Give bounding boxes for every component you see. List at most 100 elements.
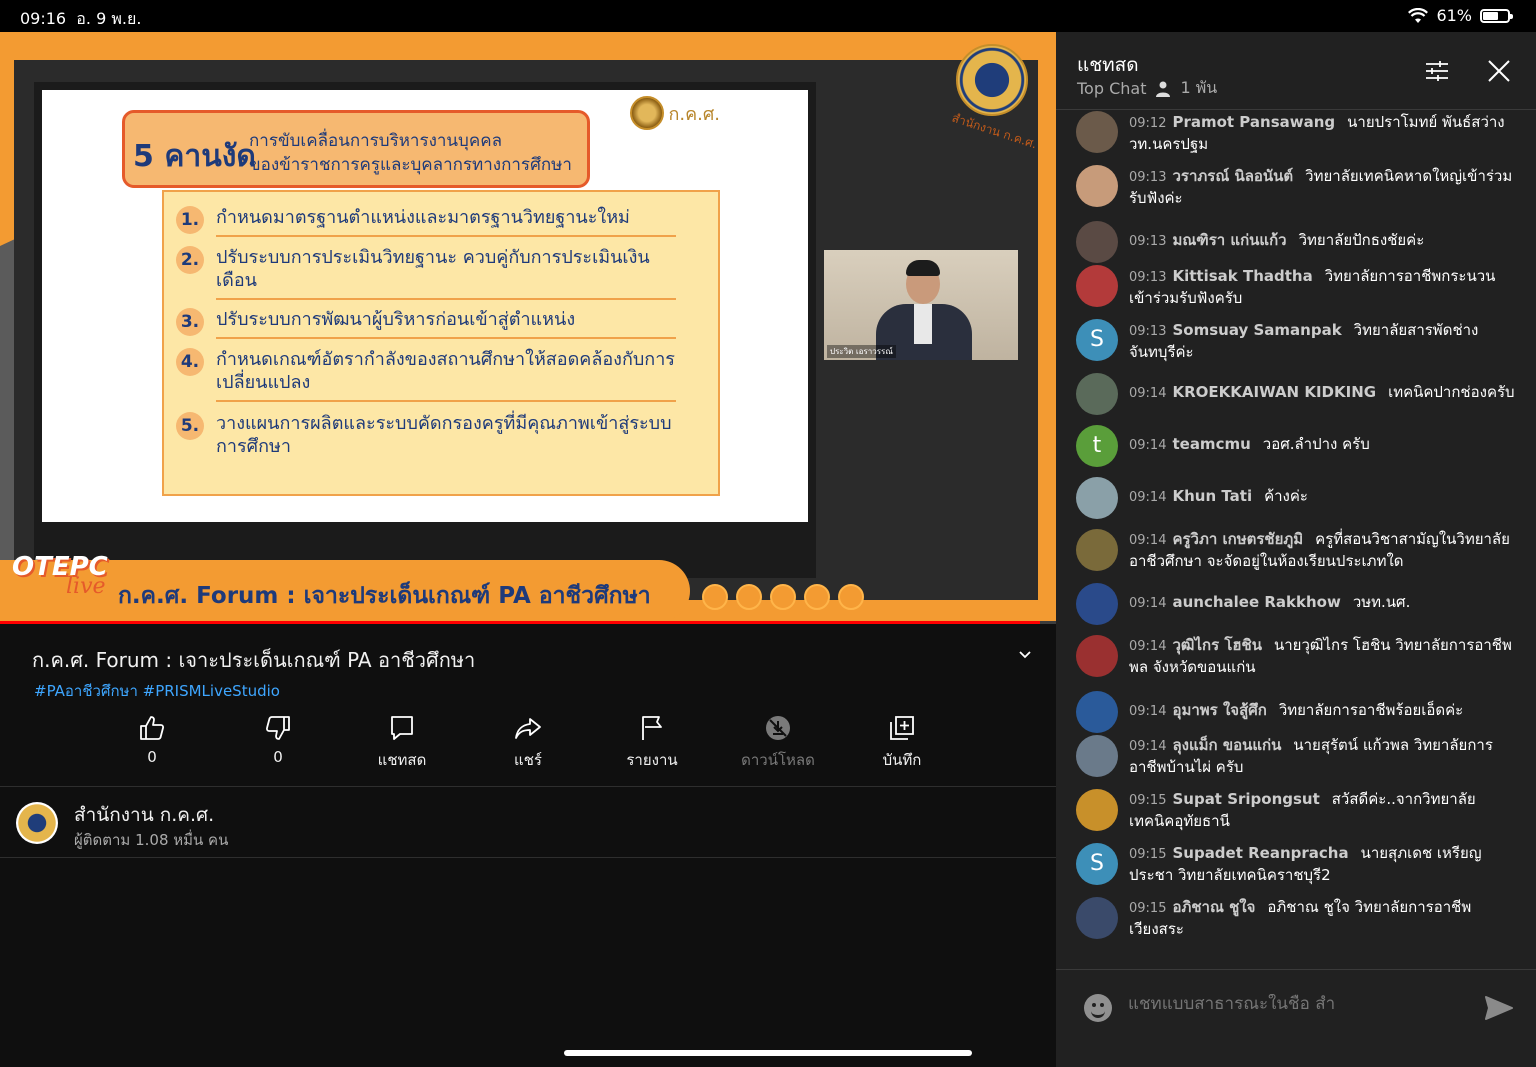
viewer-count: 1 พัน xyxy=(1180,78,1218,97)
otepc-emblem-icon xyxy=(956,44,1028,116)
chat-message-body: 09:13 Somsuay Samanpak วิทยาลัยสารพัดช่างจ… xyxy=(1129,320,1521,362)
chevron-down-icon[interactable] xyxy=(1018,648,1032,662)
message-time: 09:14 xyxy=(1129,739,1167,754)
dislike-button[interactable]: 0 xyxy=(228,710,328,766)
chat-header: แชทสด Top Chat 1 พัน xyxy=(1056,32,1536,110)
message-time: 09:14 xyxy=(1129,596,1167,611)
message-author[interactable]: วุฒิไกร โฮชิน xyxy=(1172,636,1262,654)
message-text: วิทยาลัยปักธงชัยค่ะ xyxy=(1298,231,1425,249)
message-author[interactable]: teamcmu xyxy=(1172,435,1250,453)
chat-input-area xyxy=(1056,969,1536,1067)
user-avatar[interactable] xyxy=(1076,165,1118,207)
chat-message-body: 09:15 Supadet Reanpracha นายสุภเดช เหรียญป… xyxy=(1129,843,1521,885)
settings-sliders-icon[interactable] xyxy=(1424,58,1450,84)
message-author[interactable]: อุมาพร ใจสู้ศึก xyxy=(1172,701,1266,719)
thumbs-down-icon xyxy=(265,716,290,740)
message-author[interactable]: KROEKKAIWAN KIDKING xyxy=(1172,383,1376,401)
user-avatar[interactable] xyxy=(1076,477,1118,519)
message-time: 09:14 xyxy=(1129,386,1167,401)
message-text: วิทยาลัยการอาชีพร้อยเอ็ดค่ะ xyxy=(1278,701,1464,719)
slide-item: 5. วางแผนการผลิตและระบบคัดกรองครูที่มีคุณ… xyxy=(176,412,676,464)
slide-logo: ก.ค.ศ. xyxy=(630,96,720,130)
message-author[interactable]: Khun Tati xyxy=(1172,487,1252,505)
chat-mode-selector[interactable]: Top Chat xyxy=(1077,79,1146,98)
home-indicator[interactable] xyxy=(564,1050,972,1056)
report-button[interactable]: รายงาน xyxy=(602,710,702,772)
user-avatar[interactable] xyxy=(1076,897,1118,939)
user-avatar[interactable] xyxy=(1076,583,1118,625)
message-text: วษท.นศ. xyxy=(1352,593,1411,611)
close-icon[interactable] xyxy=(1486,58,1512,84)
send-icon[interactable] xyxy=(1484,994,1514,1022)
user-avatar[interactable] xyxy=(1076,373,1118,415)
chat-icon xyxy=(391,716,413,740)
message-time: 09:14 xyxy=(1129,639,1167,654)
chat-message-body: 09:13 Kittisak Thadtha วิทยาลัยการอาชีพกระ… xyxy=(1129,266,1521,308)
message-time: 09:13 xyxy=(1129,324,1167,339)
hashtags-link[interactable]: #PAอาชีวศึกษา #PRISMLiveStudio xyxy=(34,679,280,703)
user-avatar[interactable]: S xyxy=(1076,319,1118,361)
person-icon xyxy=(1156,81,1171,97)
slide-list: 1. กำหนดมาตรฐานตำแหน่งและมาตรฐานวิทยฐานะใ… xyxy=(162,190,720,496)
user-avatar[interactable] xyxy=(1076,691,1118,733)
chat-message-body: 09:14 อุมาพร ใจสู้ศึก วิทยาลัยการอาชีพร้อย… xyxy=(1129,700,1521,722)
chat-input[interactable] xyxy=(1128,994,1448,1014)
speaker-video: ประวิต เอราวรรณ์ xyxy=(824,250,1018,360)
live-logo: live xyxy=(66,574,106,599)
message-author[interactable]: วราภรณ์ นิลอนันต์ xyxy=(1172,167,1293,185)
download-button[interactable]: ดาวน์โหลด xyxy=(728,710,828,772)
message-author[interactable]: aunchalee Rakkhow xyxy=(1172,593,1340,611)
chat-message-body: 09:14 teamcmu วอศ.ลำปาง ครับ xyxy=(1129,434,1521,456)
message-author[interactable]: Supat Sripongsut xyxy=(1172,790,1319,808)
message-time: 09:14 xyxy=(1129,704,1167,719)
message-time: 09:15 xyxy=(1129,901,1167,916)
message-author[interactable]: มณฑิรา แก่นแก้ว xyxy=(1172,231,1286,249)
message-time: 09:13 xyxy=(1129,270,1167,285)
message-author[interactable]: ลุงแม็ก ขอนแก่น xyxy=(1172,736,1281,754)
share-button[interactable]: แชร์ xyxy=(478,710,578,772)
user-avatar[interactable] xyxy=(1076,529,1118,571)
video-player[interactable]: 5 คานงัด การขับเคลื่อนการบริหารงานบุคคล … xyxy=(0,32,1056,624)
chat-message-body: 09:14 วุฒิไกร โฮชิน นายวุฒิไกร โฮชิน วิทยา… xyxy=(1129,635,1521,677)
user-avatar[interactable] xyxy=(1076,735,1118,777)
like-button[interactable]: 0 xyxy=(102,710,202,766)
chat-message-body: 09:14 aunchalee Rakkhow วษท.นศ. xyxy=(1129,592,1521,614)
status-time-date: 09:16 อ. 9 พ.ย. xyxy=(20,9,142,28)
channel-name[interactable]: สำนักงาน ก.ค.ศ. xyxy=(74,800,214,830)
presentation-slide: 5 คานงัด การขับเคลื่อนการบริหารงานบุคคล … xyxy=(42,90,808,522)
emoji-icon[interactable] xyxy=(1084,994,1112,1022)
user-avatar[interactable] xyxy=(1076,111,1118,153)
user-avatar[interactable] xyxy=(1076,265,1118,307)
message-author[interactable]: Kittisak Thadtha xyxy=(1172,267,1312,285)
message-author[interactable]: Pramot Pansawang xyxy=(1172,113,1335,131)
thumbs-up-icon xyxy=(140,716,165,740)
action-bar: 0 0 แชทสด แชร์ รายงาน ดาวน์โหลด บันทึก xyxy=(90,710,966,774)
message-time: 09:14 xyxy=(1129,490,1167,505)
save-button[interactable]: บันทึก xyxy=(852,710,952,772)
video-progress-bar[interactable] xyxy=(0,621,1056,624)
slide-item: 4. กำหนดเกณฑ์อัตรากำลังของสถานศึกษาให้สอด… xyxy=(176,348,676,402)
slide-item: 1. กำหนดมาตรฐานตำแหน่งและมาตรฐานวิทยฐานะใ… xyxy=(176,206,676,237)
chat-messages: 09:12 Pramot Pansawang นายปราโมทย์ พันธ์สว… xyxy=(1056,111,1536,967)
chat-message-body: 09:13 วราภรณ์ นิลอนันต์ วิทยาลัยเทคนิคหาดใ… xyxy=(1129,166,1521,208)
message-text: วอศ.ลำปาง ครับ xyxy=(1262,435,1370,453)
slide-item: 2. ปรับระบบการประเมินวิทยฐานะ ควบคู่กับกา… xyxy=(176,246,676,300)
chat-message-body: 09:13 มณฑิรา แก่นแก้ว วิทยาลัยปักธงชัยค่ะ xyxy=(1129,230,1521,252)
live-chat-button[interactable]: แชทสด xyxy=(352,710,452,772)
chat-message-body: 09:14 KROEKKAIWAN KIDKING เทคนิคปากช่องครั… xyxy=(1129,382,1521,404)
message-author[interactable]: อภิชาณ ชูใจ xyxy=(1172,898,1255,916)
user-avatar[interactable] xyxy=(1076,221,1118,263)
speaker-name: ประวิต เอราวรรณ์ xyxy=(827,345,896,358)
message-author[interactable]: Somsuay Samanpak xyxy=(1172,321,1341,339)
user-avatar[interactable] xyxy=(1076,789,1118,831)
message-author[interactable]: Supadet Reanpracha xyxy=(1172,844,1348,862)
share-icon xyxy=(515,718,541,739)
channel-avatar[interactable] xyxy=(16,802,58,844)
user-avatar[interactable]: t xyxy=(1076,425,1118,467)
user-avatar[interactable] xyxy=(1076,635,1118,677)
chat-message-body: 09:14 ลุงแม็ก ขอนแก่น นายสุรัตน์ แก้วพล วิ… xyxy=(1129,735,1521,777)
battery-percent: 61% xyxy=(1436,6,1472,25)
slide-item: 3. ปรับระบบการพัฒนาผู้บริหารก่อนเข้าสู่ตำ… xyxy=(176,308,676,339)
message-author[interactable]: ครูวิภา เกษตรชัยภูมิ xyxy=(1172,530,1303,548)
user-avatar[interactable]: S xyxy=(1076,843,1118,885)
